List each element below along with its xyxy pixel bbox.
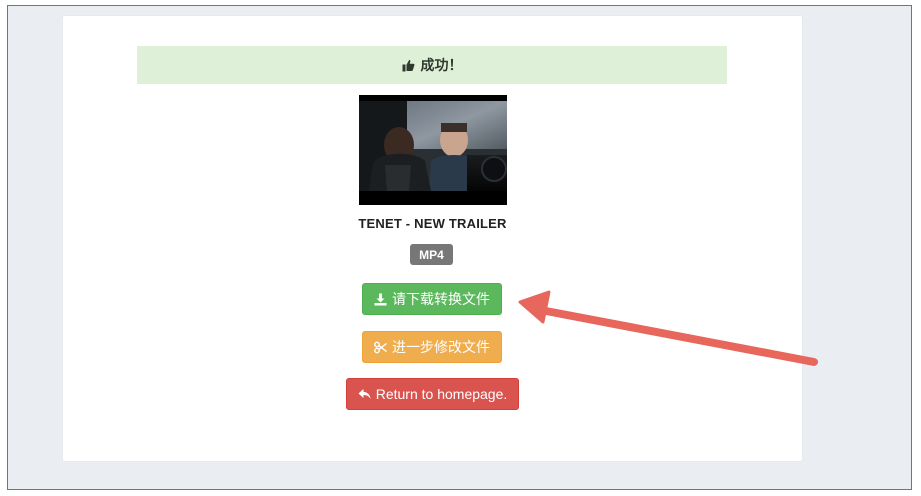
- scissors-icon: [374, 341, 387, 354]
- return-home-button-label: Return to homepage.: [375, 386, 508, 402]
- thumbs-up-icon: [402, 59, 415, 72]
- alert-text: 成功！: [420, 57, 463, 73]
- edit-file-button[interactable]: 进一步修改文件: [362, 331, 502, 363]
- download-icon: [374, 293, 387, 306]
- return-home-button[interactable]: Return to homepage.: [346, 378, 519, 410]
- download-button[interactable]: 请下载转换文件: [362, 283, 502, 315]
- format-badge: MP4: [410, 244, 453, 265]
- reply-icon: [358, 388, 371, 401]
- edit-file-button-label: 进一步修改文件: [392, 339, 490, 355]
- browser-viewport: 成功！ TENET - NEW TRAILER MP4 请下载转换文件 进一步修…: [7, 5, 912, 490]
- success-alert: 成功！: [137, 46, 727, 84]
- video-thumbnail: [359, 95, 507, 205]
- result-card: 成功！ TENET - NEW TRAILER MP4 请下载转换文件 进一步修…: [63, 16, 802, 461]
- download-button-label: 请下载转换文件: [392, 291, 490, 307]
- video-title: TENET - NEW TRAILER: [358, 216, 507, 231]
